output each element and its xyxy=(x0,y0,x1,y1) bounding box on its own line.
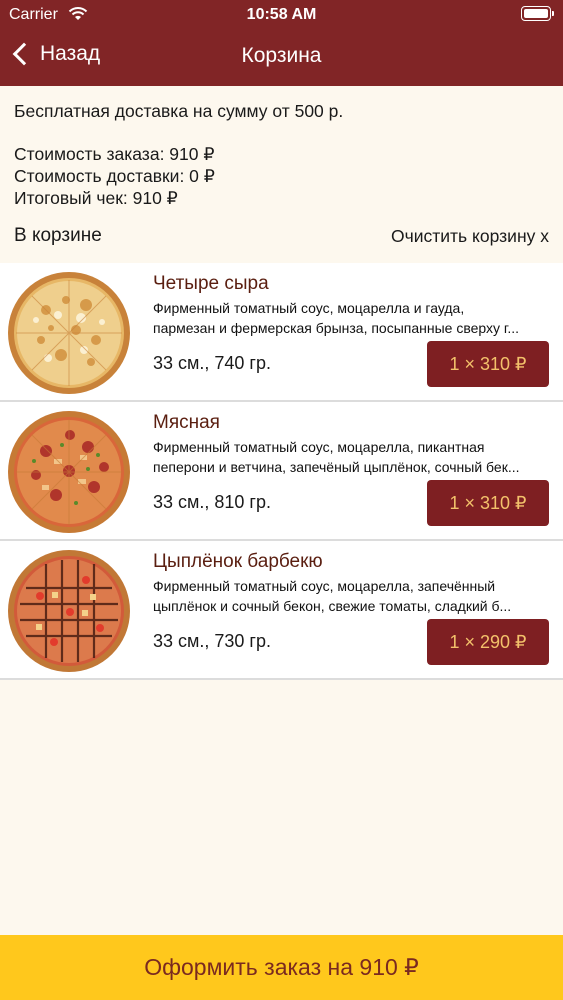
cart-item[interactable]: Мясная Фирменный томатный соус, моцарелл… xyxy=(0,402,563,541)
nav-bar: Назад Корзина xyxy=(0,30,563,86)
top-bar: Carrier 10:58 AM Назад Корзина xyxy=(0,0,563,86)
item-description-line: Фирменный томатный соус, моцарелла и гау… xyxy=(153,300,465,316)
cart-title: В корзине xyxy=(14,225,102,246)
item-description: Фирменный томатный соус, моцарелла, запе… xyxy=(153,576,549,616)
item-description-line: Фирменный томатный соус, моцарелла, пика… xyxy=(153,439,485,455)
item-name: Цыплёнок барбекю xyxy=(153,551,323,572)
total-cost: Итоговый чек: 910 ₽ xyxy=(14,188,178,208)
pizza-four-cheese-image xyxy=(8,272,130,394)
back-label: Назад xyxy=(40,42,101,65)
item-description-line: пеперони и ветчина, запечёный цыплёнок, … xyxy=(153,459,520,475)
quantity-price-button[interactable]: 1 × 290 ₽ xyxy=(427,619,549,665)
cart-item[interactable]: Четыре сыра Фирменный томатный соус, моц… xyxy=(0,263,563,402)
cost-summary: Стоимость заказа: 910 ₽ Стоимость достав… xyxy=(14,143,215,209)
delivery-cost: Стоимость доставки: 0 ₽ xyxy=(14,166,215,186)
quantity-price-button[interactable]: 1 × 310 ₽ xyxy=(427,341,549,387)
cart-header: В корзине Очистить корзину х xyxy=(14,225,549,251)
item-size: 33 см., 810 гр. xyxy=(153,492,272,512)
item-description: Фирменный томатный соус, моцарелла, пика… xyxy=(153,437,549,477)
battery-icon xyxy=(521,6,554,21)
order-cost: Стоимость заказа: 910 ₽ xyxy=(14,144,215,164)
pizza-meat-image xyxy=(8,411,130,533)
clear-cart-button[interactable]: Очистить корзину х xyxy=(391,226,549,247)
checkout-button[interactable]: Оформить заказ на 910 ₽ xyxy=(0,935,563,1000)
item-name: Четыре сыра xyxy=(153,273,269,294)
item-description-line: цыплёнок и сочный бекон, свежие томаты, … xyxy=(153,598,512,614)
chevron-left-icon xyxy=(12,42,36,66)
item-size: 33 см., 730 гр. xyxy=(153,631,272,651)
back-button[interactable]: Назад xyxy=(10,42,100,66)
free-delivery-note: Бесплатная доставка на сумму от 500 р. xyxy=(14,101,344,121)
pizza-bbq-chicken-image xyxy=(8,550,130,672)
item-description-line: Фирменный томатный соус, моцарелла, запе… xyxy=(153,578,496,594)
quantity-price-button[interactable]: 1 × 310 ₽ xyxy=(427,480,549,526)
cart-items: Четыре сыра Фирменный томатный соус, моц… xyxy=(0,263,563,680)
status-time: 10:58 AM xyxy=(246,6,317,23)
item-description-line: пармезан и фермерская брынза, посыпанные… xyxy=(153,320,520,336)
cart-item[interactable]: Цыплёнок барбекю Фирменный томатный соус… xyxy=(0,541,563,680)
item-name: Мясная xyxy=(153,412,220,433)
status-bar: Carrier 10:58 AM xyxy=(0,0,563,30)
item-description: Фирменный томатный соус, моцарелла и гау… xyxy=(153,298,549,338)
item-size: 33 см., 740 гр. xyxy=(153,353,272,373)
